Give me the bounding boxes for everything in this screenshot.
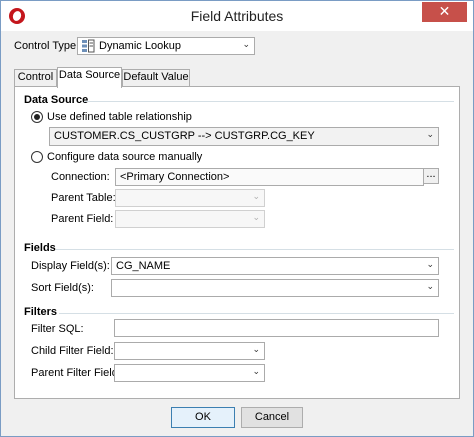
lookup-icon bbox=[82, 39, 95, 53]
parent-filter-label: Parent Filter Field: bbox=[31, 367, 121, 379]
connection-label: Connection: bbox=[51, 171, 110, 183]
divider bbox=[84, 101, 454, 102]
fields-heading: Fields bbox=[24, 242, 56, 254]
chevron-down-icon: ⌄ bbox=[252, 367, 260, 377]
connection-field[interactable]: <Primary Connection> bbox=[115, 168, 424, 186]
parent-filter-select[interactable]: ⌄ bbox=[114, 364, 265, 382]
manual-config-radio[interactable] bbox=[31, 151, 43, 163]
filter-sql-input[interactable] bbox=[114, 319, 439, 337]
manual-config-label[interactable]: Configure data source manually bbox=[47, 151, 202, 163]
parent-field-select[interactable]: ⌄ bbox=[115, 210, 265, 228]
cancel-button[interactable]: Cancel bbox=[241, 407, 303, 428]
child-filter-label: Child Filter Field: bbox=[31, 345, 114, 357]
control-type-label: Control Type: bbox=[14, 40, 80, 52]
relationship-select[interactable]: CUSTOMER.CS_CUSTGRP --> CUSTGRP.CG_KEY ⌄ bbox=[49, 127, 439, 146]
divider bbox=[59, 313, 454, 314]
child-filter-select[interactable]: ⌄ bbox=[114, 342, 265, 360]
close-button[interactable]: ✕ bbox=[422, 2, 467, 22]
defined-relationship-label[interactable]: Use defined table relationship bbox=[47, 111, 192, 123]
display-fields-label: Display Field(s): bbox=[31, 260, 110, 272]
relationship-value: CUSTOMER.CS_CUSTGRP --> CUSTGRP.CG_KEY bbox=[54, 130, 315, 142]
display-fields-value: CG_NAME bbox=[116, 260, 171, 272]
chevron-down-icon: ⌄ bbox=[242, 40, 250, 50]
chevron-down-icon: ⌄ bbox=[252, 213, 260, 223]
control-type-select[interactable]: Dynamic Lookup ⌄ bbox=[77, 37, 255, 55]
display-fields-select[interactable]: CG_NAME ⌄ bbox=[111, 257, 439, 275]
window-title: Field Attributes bbox=[190, 8, 284, 24]
chevron-down-icon: ⌄ bbox=[252, 345, 260, 355]
tab-data-source[interactable]: Data Source bbox=[57, 67, 122, 88]
parent-table-select[interactable]: ⌄ bbox=[115, 189, 265, 207]
ok-button[interactable]: OK bbox=[171, 407, 235, 428]
parent-field-label: Parent Field: bbox=[51, 213, 114, 225]
chevron-down-icon: ⌄ bbox=[426, 130, 434, 140]
radio-selected-dot bbox=[34, 114, 40, 120]
sort-fields-label: Sort Field(s): bbox=[31, 282, 94, 294]
parent-table-label: Parent Table: bbox=[51, 192, 116, 204]
tab-default-value[interactable]: Default Value bbox=[122, 69, 190, 86]
browse-connection-button[interactable]: ... bbox=[423, 168, 439, 184]
control-type-value: Dynamic Lookup bbox=[99, 40, 181, 52]
chevron-down-icon: ⌄ bbox=[426, 282, 434, 292]
sort-fields-select[interactable]: ⌄ bbox=[111, 279, 439, 297]
data-source-heading: Data Source bbox=[24, 94, 89, 106]
defined-relationship-radio[interactable] bbox=[31, 111, 43, 123]
field-attributes-dialog: Field Attributes ✕ Control Type: Dynamic… bbox=[0, 0, 474, 437]
tab-control[interactable]: Control bbox=[14, 69, 57, 86]
filter-sql-label: Filter SQL: bbox=[31, 323, 84, 335]
chevron-down-icon: ⌄ bbox=[252, 192, 260, 202]
connection-value: <Primary Connection> bbox=[120, 171, 230, 183]
divider bbox=[56, 249, 454, 250]
title-bar[interactable]: Field Attributes ✕ bbox=[1, 1, 473, 31]
filters-heading: Filters bbox=[24, 306, 58, 318]
chevron-down-icon: ⌄ bbox=[426, 260, 434, 270]
